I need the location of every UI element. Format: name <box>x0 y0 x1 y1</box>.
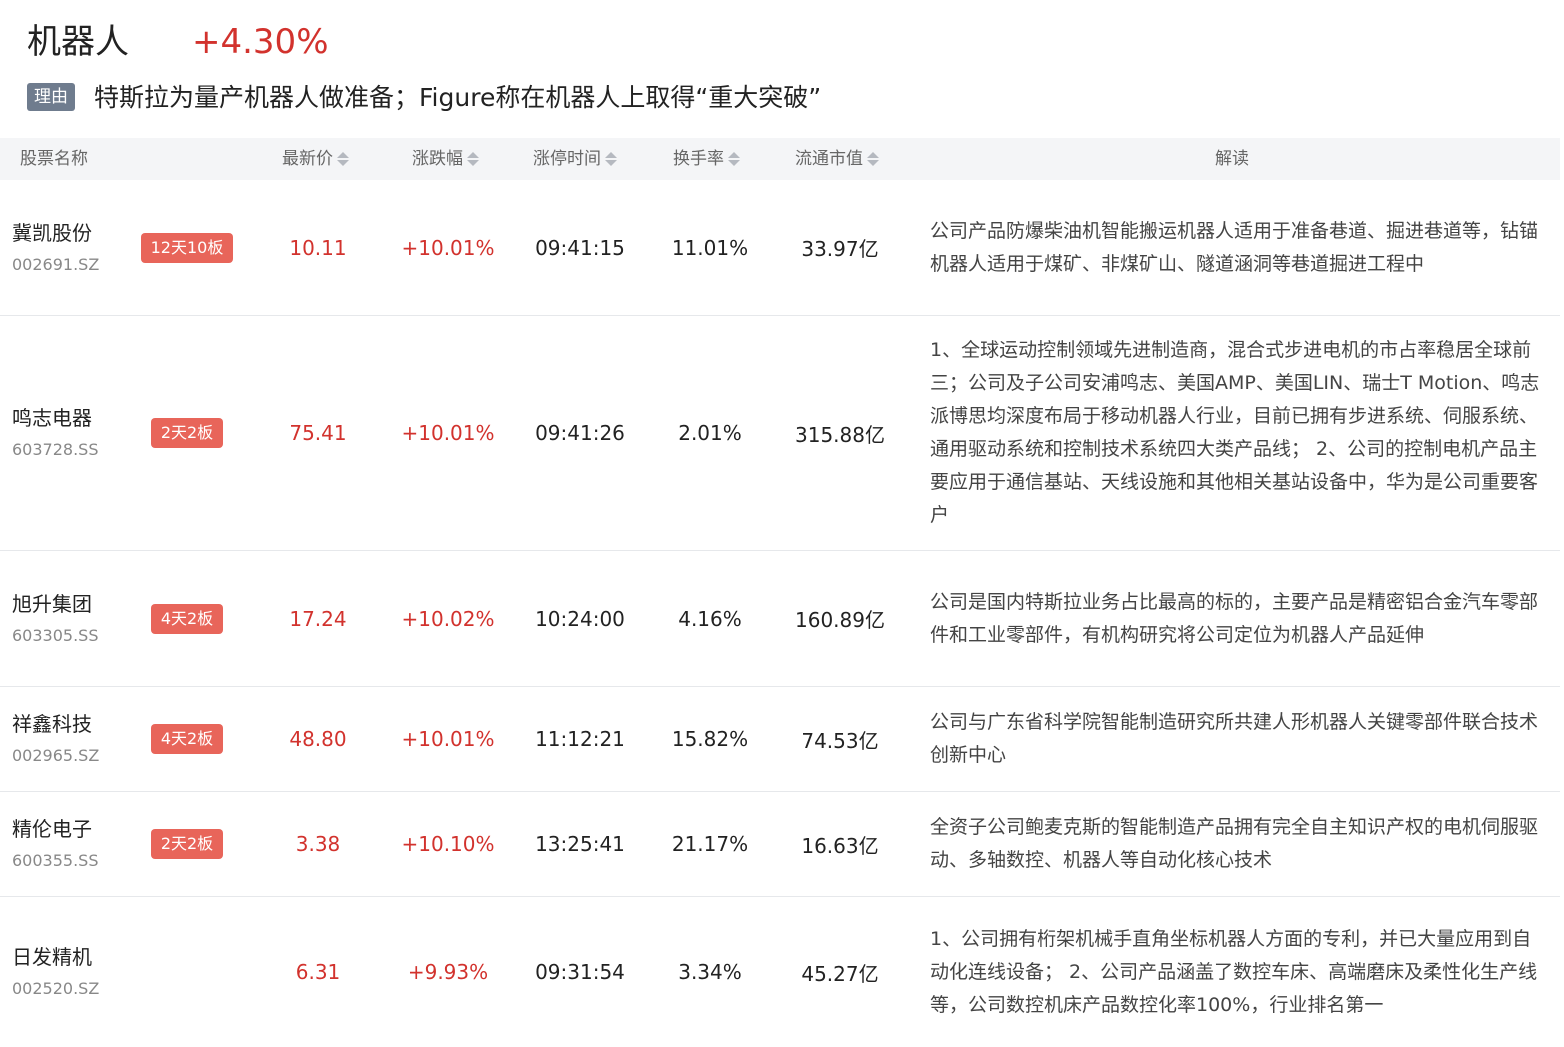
limit-up-time: 11:12:21 <box>535 727 625 751</box>
sort-icon <box>337 152 349 166</box>
stock-code: 002691.SZ <box>12 254 100 274</box>
col-limit-time-sort[interactable]: 涨停时间 <box>533 138 617 180</box>
latest-price: 48.80 <box>289 727 347 751</box>
sort-icon <box>867 152 879 166</box>
turnover-rate: 21.17% <box>671 832 749 856</box>
latest-price: 17.24 <box>289 606 347 631</box>
market-cap: 33.97亿 <box>801 237 879 261</box>
analysis-text: 1、全球运动控制领域先进制造商，混合式步进电机的市占率稳居全球前三；公司及子公司… <box>930 339 1540 526</box>
stock-code: 002965.SZ <box>12 746 100 765</box>
limit-up-badge: 2天2板 <box>150 829 224 859</box>
table-header: 股票名称 最新价 涨跌幅 涨停时间 换手率 流通市值 解读 <box>0 138 1560 180</box>
sector-change: +4.30% <box>192 22 329 62</box>
change-pct: +10.01% <box>401 421 495 445</box>
table-row[interactable]: 日发精机 002520.SZ 6.31 +9.93% 09:31:54 3.34… <box>0 897 1560 1047</box>
turnover-rate: 11.01% <box>671 235 749 260</box>
analysis-text: 全资子公司鲍麦克斯的智能制造产品拥有完全自主知识产权的电机伺服驱动、多轴数控、机… <box>930 816 1539 871</box>
market-cap: 315.88亿 <box>795 422 885 447</box>
market-cap: 160.89亿 <box>795 608 885 632</box>
limit-up-time: 09:31:54 <box>535 960 625 984</box>
turnover-rate: 2.01% <box>678 421 742 445</box>
change-pct: +10.01% <box>401 727 495 751</box>
latest-price: 6.31 <box>295 960 341 984</box>
turnover-rate: 15.82% <box>671 727 749 751</box>
sector-header: 机器人 +4.30% 理由 特斯拉为量产机器人做准备；Figure称在机器人上取… <box>0 0 1564 138</box>
turnover-rate: 3.34% <box>678 960 742 984</box>
stock-name[interactable]: 鸣志电器 <box>12 404 92 432</box>
table-row[interactable]: 精伦电子 600355.SS 2天2板 3.38 +10.10% 13:25:4… <box>0 792 1560 897</box>
sort-icon <box>605 152 617 166</box>
change-pct: +10.10% <box>401 832 495 856</box>
market-cap: 74.53亿 <box>801 728 879 753</box>
market-cap: 45.27亿 <box>801 961 879 986</box>
col-price-sort[interactable]: 最新价 <box>282 138 349 180</box>
stock-name[interactable]: 日发精机 <box>12 943 92 971</box>
latest-price: 3.38 <box>295 832 341 856</box>
analysis-text: 公司与广东省科学院智能制造研究所共建人形机器人关键零部件联合技术创新中心 <box>930 711 1539 766</box>
col-stock-name: 股票名称 <box>20 149 88 169</box>
reason-text: 特斯拉为量产机器人做准备；Figure称在机器人上取得“重大突破” <box>94 83 822 112</box>
stock-code: 600355.SS <box>12 851 99 870</box>
sector-title: 机器人 <box>27 22 129 62</box>
col-pct-sort[interactable]: 涨跌幅 <box>412 138 479 180</box>
stock-name[interactable]: 祥鑫科技 <box>12 710 92 738</box>
change-pct: +9.93% <box>407 960 489 984</box>
col-analysis: 解读 <box>1215 149 1249 169</box>
table-row[interactable]: 旭升集团 603305.SS 4天2板 17.24 +10.02% 10:24:… <box>0 551 1560 687</box>
reason-tag: 理由 <box>27 83 75 111</box>
market-cap: 16.63亿 <box>801 833 879 858</box>
table-row[interactable]: 冀凯股份 002691.SZ 12天10板 10.11 +10.01% 09:4… <box>0 180 1560 316</box>
analysis-text: 公司是国内特斯拉业务占比最高的标的，主要产品是精密铝合金汽车零部件和工业零部件，… <box>930 590 1539 646</box>
analysis-text: 1、公司拥有桁架机械手直角坐标机器人方面的专利，并已大量应用到自动化连线设备； … <box>930 927 1538 1016</box>
latest-price: 75.41 <box>289 421 347 445</box>
stock-code: 603305.SS <box>12 625 99 645</box>
table-row[interactable]: 鸣志电器 603728.SS 2天2板 75.41 +10.01% 09:41:… <box>0 316 1560 551</box>
analysis-text: 公司产品防爆柴油机智能搬运机器人适用于准备巷道、掘进巷道等，钻锚机器人适用于煤矿… <box>930 219 1539 275</box>
col-market-cap-sort[interactable]: 流通市值 <box>795 138 879 180</box>
stock-name[interactable]: 旭升集团 <box>12 590 92 618</box>
turnover-rate: 4.16% <box>678 606 742 631</box>
col-turnover-sort[interactable]: 换手率 <box>673 138 740 180</box>
limit-up-time: 10:24:00 <box>535 606 625 631</box>
sort-icon <box>728 152 740 166</box>
stock-name[interactable]: 冀凯股份 <box>12 219 92 247</box>
stock-name[interactable]: 精伦电子 <box>12 815 92 843</box>
limit-up-badge: 2天2板 <box>150 418 224 448</box>
limit-up-time: 09:41:15 <box>535 235 625 260</box>
stock-code: 603728.SS <box>12 440 99 459</box>
limit-up-time: 09:41:26 <box>535 421 625 445</box>
limit-up-time: 13:25:41 <box>535 832 625 856</box>
limit-up-badge: 4天2板 <box>150 724 224 754</box>
table-row[interactable]: 祥鑫科技 002965.SZ 4天2板 48.80 +10.01% 11:12:… <box>0 687 1560 792</box>
stock-code: 002520.SZ <box>12 979 100 998</box>
change-pct: +10.02% <box>401 606 495 631</box>
sort-icon <box>467 152 479 166</box>
latest-price: 10.11 <box>289 235 347 260</box>
change-pct: +10.01% <box>401 235 495 260</box>
limit-up-badge: 12天10板 <box>140 232 234 263</box>
limit-up-badge: 4天2板 <box>150 603 224 634</box>
